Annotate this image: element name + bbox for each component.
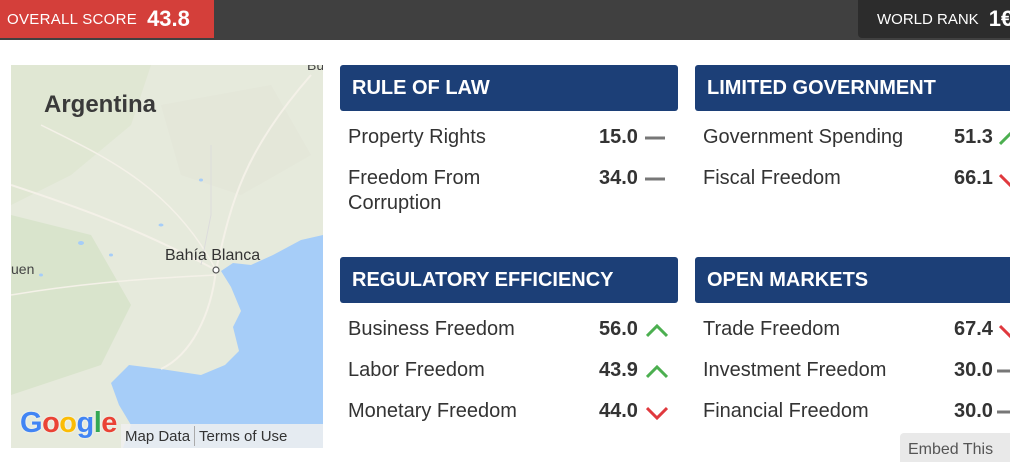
map-city-label: Bahía Blanca bbox=[165, 247, 261, 264]
overall-score-value: 43.8 bbox=[147, 6, 190, 31]
down-icon bbox=[646, 406, 668, 420]
google-logo: Google bbox=[20, 407, 117, 439]
flat-icon bbox=[645, 177, 665, 181]
factor-name: Freedom From Corruption bbox=[348, 167, 481, 214]
map-data-link[interactable]: Map Data bbox=[121, 428, 194, 445]
up-icon bbox=[646, 365, 668, 379]
factor-name: Monetary Freedom bbox=[348, 400, 517, 422]
flat-icon bbox=[645, 136, 665, 140]
factor-score: 44.0 bbox=[599, 400, 638, 422]
world-rank-value: 1€ bbox=[988, 6, 1010, 31]
factor-name: Trade Freedom bbox=[703, 318, 841, 340]
down-icon bbox=[999, 324, 1010, 338]
embed-this-button[interactable]: Embed This bbox=[900, 433, 1010, 462]
factor-score: 34.0 bbox=[599, 167, 638, 189]
factor-name: Government Spending bbox=[703, 126, 904, 148]
panel-rule-of-law: RULE OF LAW Property Rights 15.0 Freedom… bbox=[340, 65, 678, 235]
factor-score: 30.0 bbox=[954, 400, 993, 422]
factor-score: 51.3 bbox=[954, 126, 993, 148]
up-icon bbox=[999, 132, 1010, 146]
factor-score: 30.0 bbox=[954, 359, 993, 381]
panel-regulatory-efficiency: REGULATORY EFFICIENCY Business Freedom 5… bbox=[340, 257, 678, 432]
world-rank-label: WORLD RANK bbox=[877, 10, 979, 28]
factor-name: Financial Freedom bbox=[703, 400, 869, 422]
country-map[interactable]: Bu Argentina Bahía Blanca uen Google Map… bbox=[11, 65, 323, 448]
panel-title: RULE OF LAW bbox=[340, 65, 678, 111]
overall-score-badge: OVERALL SCORE 43.8 bbox=[0, 0, 214, 38]
overall-score-label: OVERALL SCORE bbox=[7, 10, 138, 28]
panel-title: LIMITED GOVERNMENT bbox=[695, 65, 1010, 111]
factor-name: Business Freedom bbox=[348, 318, 515, 340]
factor-score: 15.0 bbox=[599, 126, 638, 148]
factor-name: Investment Freedom bbox=[703, 359, 887, 381]
panel-limited-government: LIMITED GOVERNMENT Government Spending 5… bbox=[695, 65, 1010, 235]
map-edge-label-top: Bu bbox=[307, 65, 323, 73]
panel-open-markets: OPEN MARKETS Trade Freedom 67.4 Investme… bbox=[695, 257, 1010, 432]
up-icon bbox=[646, 324, 668, 338]
factor-score: 56.0 bbox=[599, 318, 638, 340]
factor-score: 67.4 bbox=[954, 318, 993, 340]
flat-icon bbox=[997, 410, 1010, 414]
factor-name: Property Rights bbox=[348, 126, 486, 148]
world-rank-badge: WORLD RANK 1€ bbox=[858, 0, 1010, 38]
flat-icon bbox=[997, 369, 1010, 373]
down-icon bbox=[999, 173, 1010, 187]
terms-of-use-link[interactable]: Terms of Use bbox=[195, 428, 291, 445]
factor-score: 66.1 bbox=[954, 167, 993, 189]
panel-title: REGULATORY EFFICIENCY bbox=[340, 257, 678, 303]
map-edge-label-left: uen bbox=[11, 261, 35, 277]
factor-name: Fiscal Freedom bbox=[703, 167, 841, 189]
panel-title: OPEN MARKETS bbox=[695, 257, 1010, 303]
map-country-label: Argentina bbox=[44, 91, 157, 118]
factor-name: Labor Freedom bbox=[348, 359, 485, 381]
map-attribution: Map Data Terms of Use bbox=[121, 424, 323, 448]
factor-score: 43.9 bbox=[599, 359, 638, 381]
